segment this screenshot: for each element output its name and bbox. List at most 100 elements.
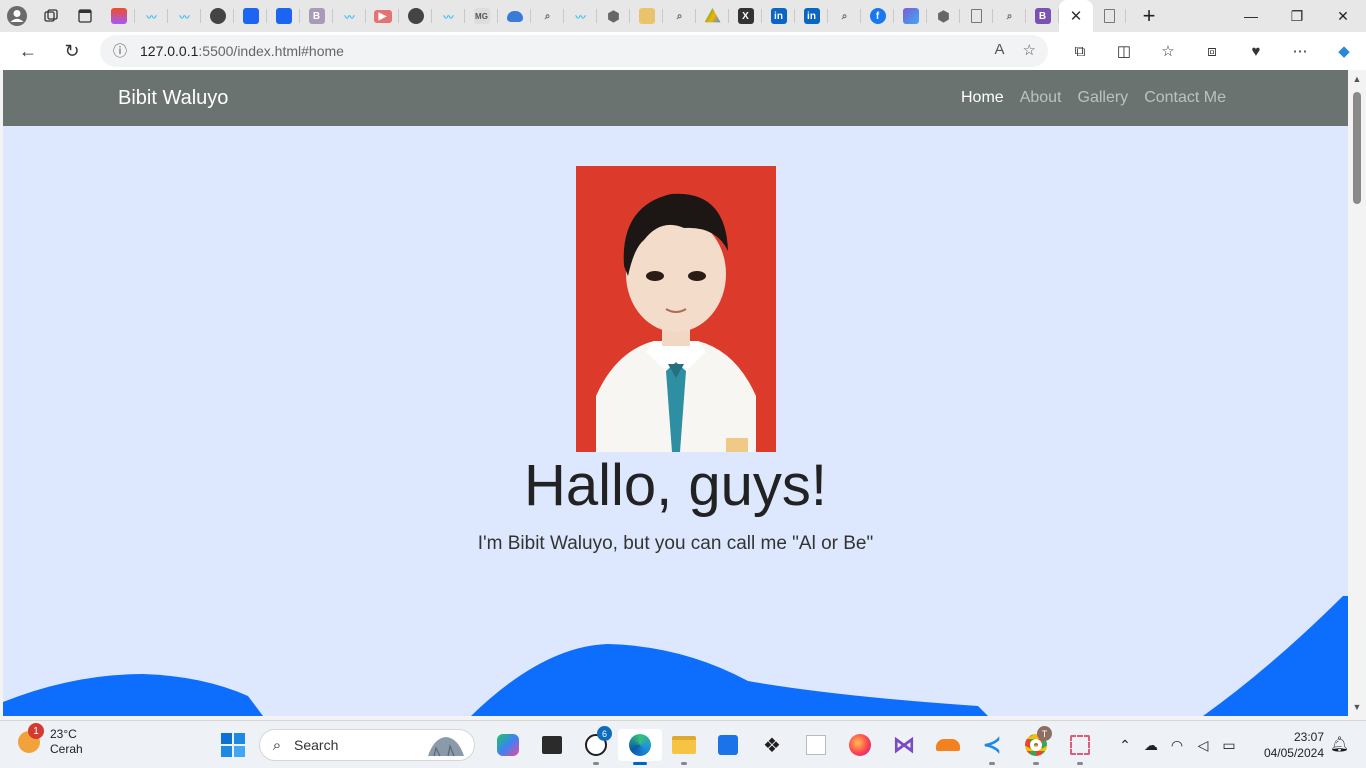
tab-drive[interactable] — [696, 0, 729, 32]
tab-blank-2[interactable] — [1093, 0, 1126, 32]
collections-icon[interactable]: ⧈ — [1190, 32, 1234, 70]
weather-desc: Cerah — [50, 742, 83, 756]
volume-icon[interactable]: ◁ — [1190, 737, 1216, 754]
page-scrollbar[interactable]: ▲ ▼ — [1348, 70, 1366, 716]
youtube-icon: ▶ — [373, 9, 392, 23]
back-icon[interactable]: ← — [6, 32, 50, 70]
weather-temp: 23°C — [50, 727, 77, 741]
tab-figma[interactable] — [102, 0, 135, 32]
tab-facebook[interactable]: f — [861, 0, 894, 32]
split-screen-icon[interactable]: ◫ — [1102, 32, 1146, 70]
favorites-icon[interactable]: ☆ — [1146, 32, 1190, 70]
battery-icon[interactable]: ▭ — [1216, 737, 1242, 754]
copilot-app-icon[interactable] — [486, 729, 530, 761]
tab-mg[interactable]: MG — [465, 0, 498, 32]
tab-tailwind-5[interactable]: 〰 — [564, 0, 597, 32]
tab-search-1[interactable]: ⌕ — [531, 0, 564, 32]
amazon-icon[interactable] — [794, 729, 838, 761]
cloudflare-icon[interactable] — [926, 729, 970, 761]
address-bar[interactable]: ⓘ 127.0.0.1:5500/index.html#home A ☆ — [100, 35, 1048, 67]
edge-app-icon[interactable] — [618, 729, 662, 765]
read-aloud-icon[interactable]: A — [995, 41, 1005, 59]
workspaces-icon[interactable] — [34, 0, 68, 32]
tab-tailwind-2[interactable]: 〰 — [168, 0, 201, 32]
search-icon: ⌕ — [676, 10, 683, 22]
tab-tailwind-3[interactable]: 〰 — [333, 0, 366, 32]
url-text[interactable]: 127.0.0.1:5500/index.html#home — [140, 43, 344, 59]
nav-gallery[interactable]: Gallery — [1078, 89, 1129, 107]
tab-bootstrap-1[interactable]: B — [300, 0, 333, 32]
windows-start-icon[interactable] — [221, 733, 245, 757]
site-brand[interactable]: Bibit Waluyo — [118, 87, 228, 110]
wifi-icon[interactable]: ◠ — [1164, 737, 1190, 754]
nav-contact[interactable]: Contact Me — [1144, 89, 1226, 107]
visual-studio-icon[interactable]: ⋈ — [882, 729, 926, 761]
taskbar-search[interactable]: ⌕ Search — [259, 729, 475, 761]
minimize-icon[interactable]: — — [1228, 0, 1274, 32]
dropbox-icon[interactable]: ❖ — [750, 729, 794, 761]
copilot-icon[interactable]: ◆ — [1322, 32, 1366, 70]
refresh-icon[interactable]: ↻ — [50, 32, 94, 70]
tab-bootstrap-2[interactable]: B — [1026, 0, 1059, 32]
tailwind-icon: 〰 — [179, 12, 190, 24]
tab-yellow[interactable] — [630, 0, 663, 32]
scroll-down-icon[interactable]: ▼ — [1348, 702, 1366, 712]
close-tab-icon[interactable]: ✕ — [1070, 7, 1083, 25]
nav-home[interactable]: Home — [961, 89, 1004, 107]
show-hidden-icons[interactable]: ⌃ — [1112, 737, 1138, 754]
new-tab-button[interactable]: + — [1132, 0, 1166, 32]
site-info-icon[interactable]: ⓘ — [100, 41, 140, 61]
nav-about[interactable]: About — [1020, 89, 1062, 107]
favorite-star-icon[interactable]: ☆ — [1023, 41, 1036, 59]
file-explorer-icon[interactable] — [662, 729, 706, 765]
terminal-app-icon[interactable] — [530, 729, 574, 761]
tab-search-3[interactable]: ⌕ — [828, 0, 861, 32]
firefox-icon[interactable] — [838, 729, 882, 761]
search-label: Search — [294, 737, 339, 753]
microsoft-store-icon[interactable] — [706, 729, 750, 761]
weather-widget[interactable]: 1 23°C Cerah — [18, 723, 83, 757]
flowbite-icon — [275, 8, 292, 24]
tab-flowbite-1[interactable] — [234, 0, 267, 32]
vscode-icon[interactable]: ≺ — [970, 729, 1014, 765]
extensions-icon[interactable]: ⧉ — [1058, 32, 1102, 70]
tab-tailwind-1[interactable]: 〰 — [135, 0, 168, 32]
cloud-icon — [506, 10, 523, 22]
tab-github-2[interactable] — [399, 0, 432, 32]
restore-icon[interactable]: ❐ — [1274, 0, 1320, 32]
profile-icon[interactable] — [0, 0, 34, 32]
whatsapp-app-icon[interactable]: 6 — [574, 726, 618, 765]
tab-search-4[interactable]: ⌕ — [993, 0, 1026, 32]
tab-purple[interactable] — [894, 0, 927, 32]
clock-date: 04/05/2024 — [1263, 746, 1324, 760]
tab-flowbite-2[interactable] — [267, 0, 300, 32]
system-clock[interactable]: 23:07 04/05/2024 — [1258, 729, 1324, 761]
tab-blank-1[interactable] — [960, 0, 993, 32]
tab-hex-1[interactable]: ⬢ — [597, 0, 630, 32]
tab-x[interactable]: X — [729, 0, 762, 32]
tab-linkedin-1[interactable]: in — [762, 0, 795, 32]
tailwind-icon: 〰 — [146, 12, 157, 24]
tab-hex-2[interactable]: ⬢ — [927, 0, 960, 32]
search-icon: ⌕ — [1006, 10, 1013, 22]
close-window-icon[interactable]: ✕ — [1320, 0, 1366, 32]
notification-bell-icon[interactable]: 🔔︎ — [1330, 735, 1349, 753]
tab-cloud[interactable] — [498, 0, 531, 32]
browser-essentials-icon[interactable]: ♥ — [1234, 32, 1278, 70]
tab-github-1[interactable] — [201, 0, 234, 32]
more-menu-icon[interactable]: ⋯ — [1278, 32, 1322, 70]
active-tab[interactable]: ✕ — [1059, 0, 1093, 32]
onedrive-icon[interactable]: ☁ — [1138, 737, 1164, 754]
chrome-profile-badge: T — [1037, 726, 1052, 741]
tab-search-2[interactable]: ⌕ — [663, 0, 696, 32]
hero-subtitle: I'm Bibit Waluyo, but you can call me "A… — [477, 533, 874, 554]
tab-linkedin-2[interactable]: in — [795, 0, 828, 32]
scrollbar-thumb[interactable] — [1353, 92, 1361, 204]
tab-youtube[interactable]: ▶ — [366, 0, 399, 32]
chrome-icon[interactable]: T — [1014, 726, 1058, 765]
scroll-up-icon[interactable]: ▲ — [1348, 74, 1366, 84]
tab-tailwind-4[interactable]: 〰 — [432, 0, 465, 32]
bootstrap-icon: B — [1034, 8, 1051, 24]
snipping-tool-icon[interactable] — [1058, 729, 1102, 765]
vertical-tabs-icon[interactable] — [68, 0, 102, 32]
